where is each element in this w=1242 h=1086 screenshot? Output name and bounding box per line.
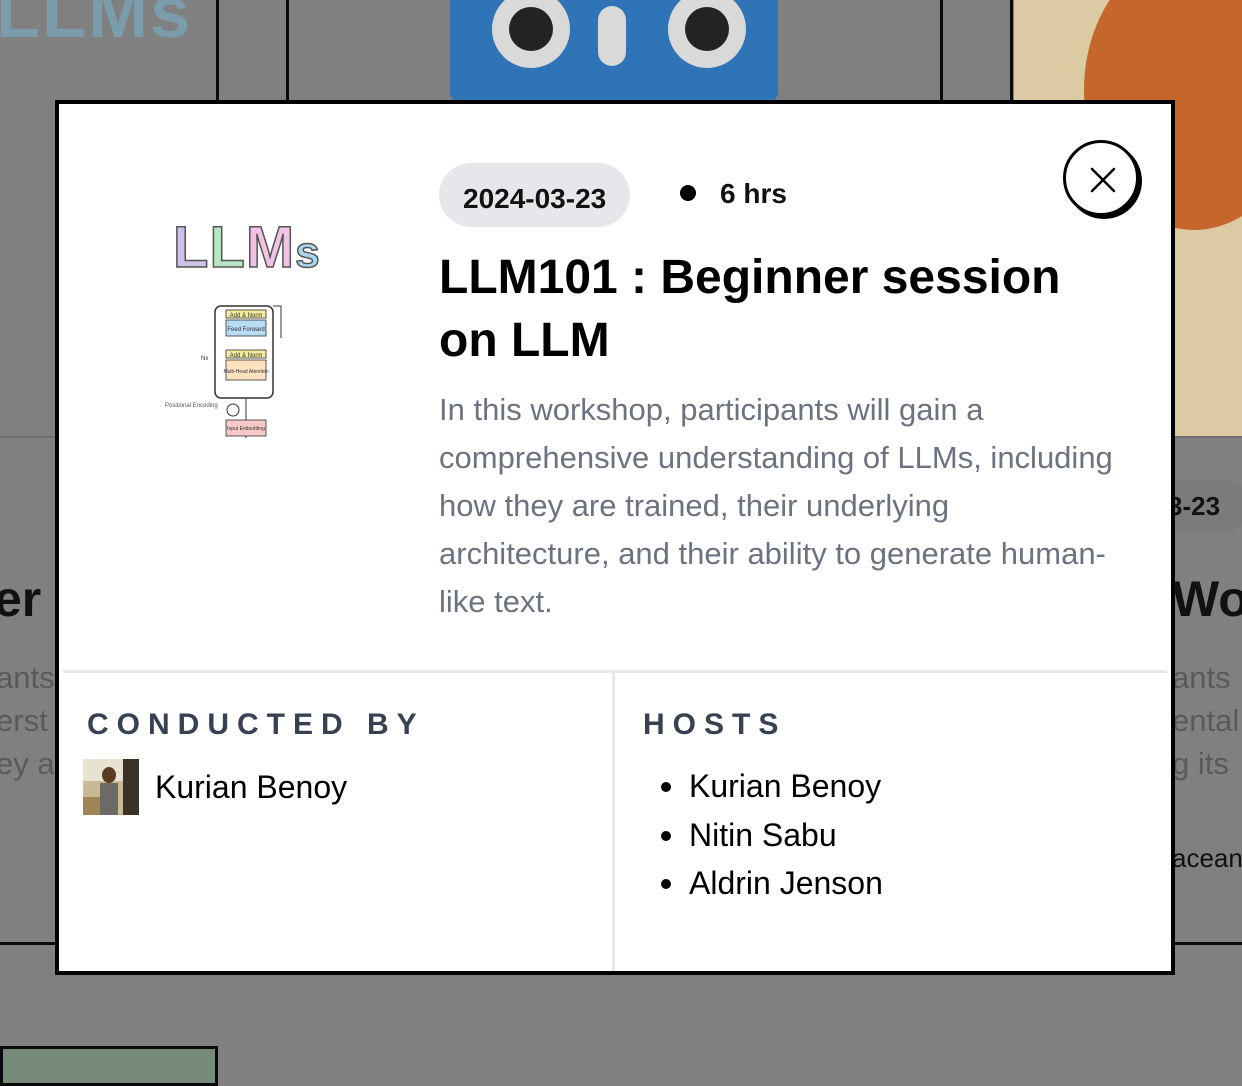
bg-divider [1174, 436, 1242, 438]
date-badge: 2024-03-23 [439, 163, 631, 227]
bg-robot-eye [668, 0, 746, 68]
bg-card-title: Wo [1172, 571, 1242, 627]
bg-card-image [0, 1046, 218, 1086]
hosts-label: HOSTS [643, 708, 787, 741]
bg-card-desc: ey a [0, 746, 55, 781]
diagram-label: Nx [201, 356, 208, 362]
bg-card-border [1174, 942, 1242, 945]
bg-card-border [0, 942, 55, 945]
diagram-label: Add & Norm [230, 313, 263, 319]
workshop-modal: LLMs Add & Norm Feed Forward Nx Add & No… [55, 100, 1175, 975]
workshop-thumbnail: LLMs Add & Norm Feed Forward Nx Add & No… [163, 208, 363, 438]
diagram-label: Add & Norm [230, 353, 263, 359]
transformer-diagram-icon: Add & Norm Feed Forward Nx Add & Norm Mu… [165, 305, 282, 438]
conducted-by-label: CONDUCTED BY [87, 708, 425, 741]
bg-card-desc: ental [1172, 703, 1240, 738]
separator-dot [680, 185, 696, 201]
bg-card-border [286, 0, 289, 102]
bg-divider [0, 436, 55, 438]
bg-card-desc: ants [1172, 660, 1231, 695]
diagram-label: Feed Forward [227, 327, 264, 333]
list-item: Nitin Sabu [661, 811, 883, 860]
bg-card-desc: ants [0, 660, 55, 695]
bg-card-image [450, 0, 778, 102]
close-button[interactable] [1063, 140, 1139, 216]
thumbnail-title: LLMs [172, 214, 321, 281]
bg-card-logo: LLMs [0, 0, 192, 53]
bg-card-border [940, 0, 943, 102]
list-item: Kurian Benoy [661, 762, 883, 811]
modal-header: LLMs Add & Norm Feed Forward Nx Add & No… [63, 108, 1167, 673]
diagram-label: Positional Encoding [165, 403, 218, 409]
bg-card-org: acean [1172, 843, 1242, 873]
bg-robot-nose [598, 6, 626, 66]
bg-card-border [1010, 0, 1013, 102]
conductor-name: Kurian Benoy [155, 769, 348, 805]
diagram-label: Input Embedding [227, 426, 265, 432]
bg-card-desc: g its [1172, 746, 1229, 781]
bg-card-border [216, 0, 219, 102]
hosts-list: Kurian Benoy Nitin Sabu Aldrin Jenson [661, 762, 883, 908]
close-icon [1090, 167, 1116, 193]
workshop-title: LLM101 : Beginner session on LLM [439, 251, 1061, 367]
bg-robot-eye [492, 0, 570, 68]
section-divider [612, 670, 615, 971]
avatar [83, 759, 139, 815]
list-item: Aldrin Jenson [661, 859, 883, 908]
modal-footer: CONDUCTED BY Kurian Benoy HOSTS Kurian B… [63, 670, 1167, 971]
duration-label: 6 hrs [720, 178, 787, 209]
bg-card-desc: erst [0, 703, 48, 738]
workshop-description: In this workshop, participants will gain… [439, 392, 1113, 619]
diagram-label: Multi-Head Attention [223, 369, 268, 375]
